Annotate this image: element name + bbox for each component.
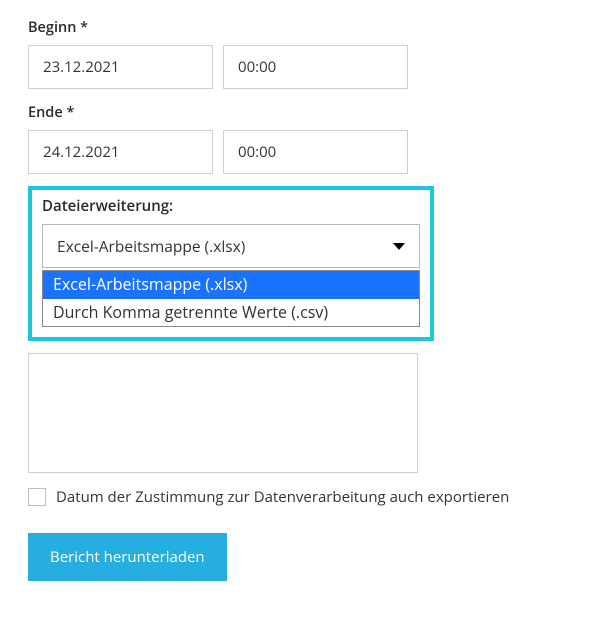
end-row — [28, 130, 569, 174]
file-extension-option-csv[interactable]: Durch Komma getrennte Werte (.csv) — [43, 299, 419, 327]
begin-label: Beginn * — [28, 18, 569, 37]
begin-row — [28, 45, 569, 89]
file-extension-option-xlsx[interactable]: Excel-Arbeitsmappe (.xlsx) — [43, 271, 419, 299]
file-extension-select[interactable]: Excel-Arbeitsmappe (.xlsx) — [42, 224, 420, 268]
consent-export-label: Datum der Zustimmung zur Datenverarbeitu… — [56, 487, 509, 507]
begin-date-input[interactable] — [28, 45, 213, 89]
file-extension-section: Dateierweiterung: Excel-Arbeitsmappe (.x… — [28, 186, 434, 341]
content-box — [28, 353, 418, 473]
consent-export-row: Datum der Zustimmung zur Datenverarbeitu… — [28, 487, 569, 507]
file-extension-label: Dateierweiterung: — [42, 196, 420, 216]
end-label: Ende * — [28, 103, 569, 122]
file-extension-selected: Excel-Arbeitsmappe (.xlsx) — [57, 235, 245, 257]
chevron-down-icon — [393, 243, 405, 250]
begin-time-input[interactable] — [223, 45, 408, 89]
consent-export-checkbox[interactable] — [28, 488, 46, 506]
end-date-input[interactable] — [28, 130, 213, 174]
end-time-input[interactable] — [223, 130, 408, 174]
file-extension-options: Excel-Arbeitsmappe (.xlsx) Durch Komma g… — [42, 270, 420, 327]
download-report-button[interactable]: Bericht herunterladen — [28, 533, 227, 581]
